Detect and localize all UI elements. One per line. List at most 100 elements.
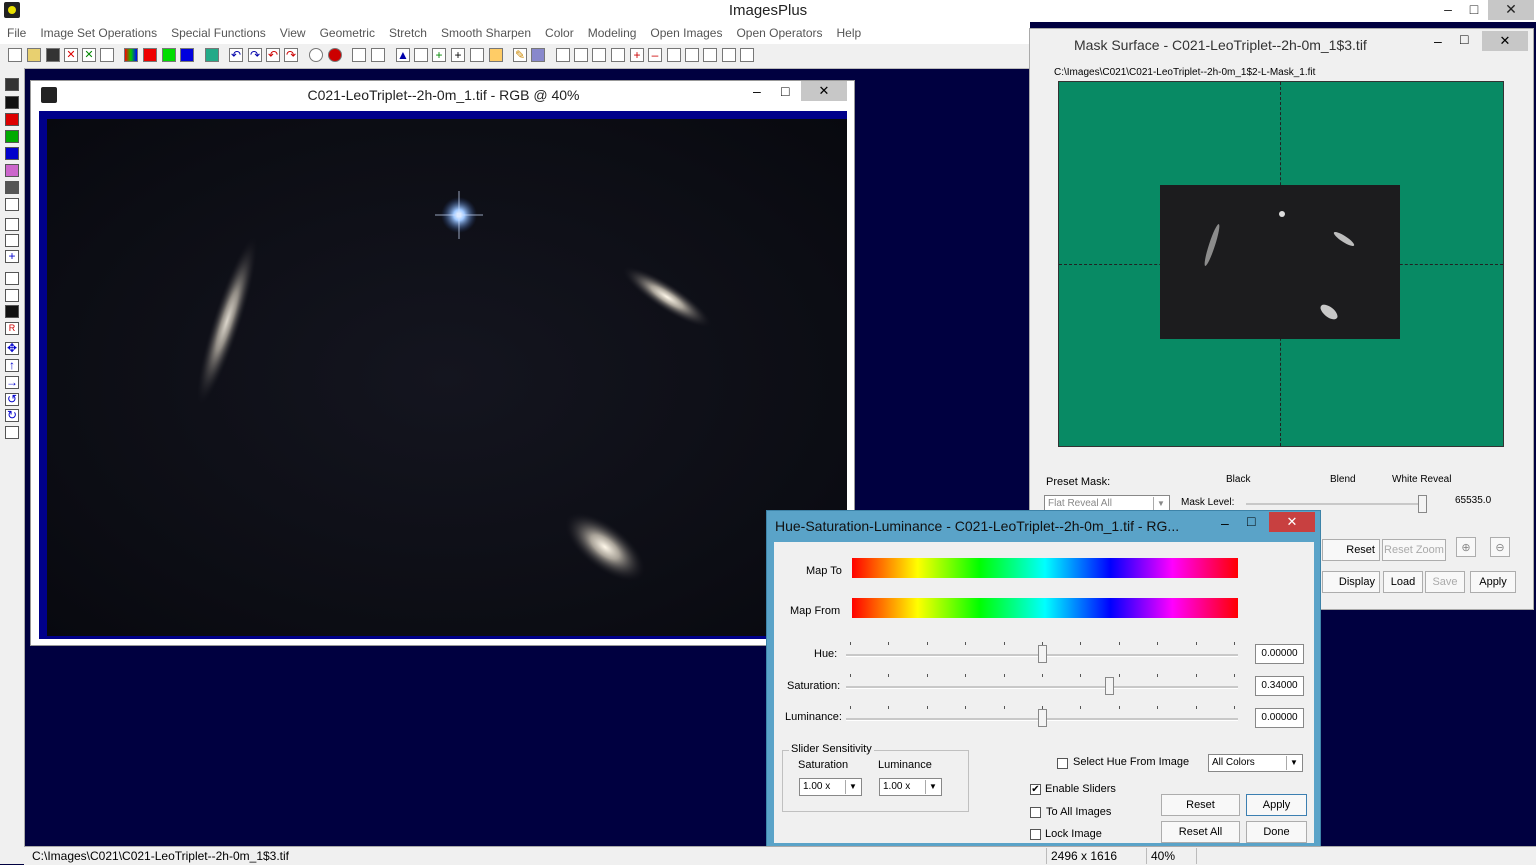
colors-select[interactable]: All Colors ▼: [1208, 754, 1303, 772]
zoom-fit-icon[interactable]: [592, 48, 606, 62]
to-all-images-checkbox[interactable]: [1030, 807, 1041, 818]
luminance-value[interactable]: 0.00000: [1255, 708, 1304, 728]
dotted-line-icon[interactable]: [352, 48, 366, 62]
curve-icon[interactable]: [414, 48, 428, 62]
green-tool-icon[interactable]: [5, 130, 19, 143]
hue-value[interactable]: 0.00000: [1255, 644, 1304, 664]
menu-smooth-sharpen[interactable]: Smooth Sharpen: [434, 26, 538, 40]
arrow-up-tool-icon[interactable]: ↑: [5, 359, 19, 372]
zoom-out-icon[interactable]: [574, 48, 588, 62]
redo-all-icon[interactable]: ↷: [284, 48, 298, 62]
zoom-actual-icon[interactable]: [611, 48, 625, 62]
menu-special-functions[interactable]: Special Functions: [164, 26, 273, 40]
map-from-spectrum[interactable]: [852, 598, 1238, 618]
zoom-out-icon[interactable]: ⊖: [1490, 537, 1510, 557]
lock-image-checkbox[interactable]: [1030, 829, 1041, 840]
copy-tool-icon[interactable]: [5, 426, 19, 439]
map-to-spectrum[interactable]: [852, 558, 1238, 578]
frame-icon[interactable]: [667, 48, 681, 62]
rotate-left-tool-icon[interactable]: ↺: [5, 393, 19, 406]
reset-zoom-button[interactable]: Reset Zoom: [1382, 539, 1446, 561]
rotate-tool-icon[interactable]: [5, 218, 19, 231]
menu-image-set-operations[interactable]: Image Set Operations: [33, 26, 164, 40]
close-all-icon[interactable]: ✕: [82, 48, 96, 62]
red-channel-icon[interactable]: [143, 48, 157, 62]
zoom-plus-icon[interactable]: +: [630, 48, 644, 62]
menu-color[interactable]: Color: [538, 26, 581, 40]
mask-preview[interactable]: [1058, 81, 1504, 447]
save-tool-icon[interactable]: [5, 78, 19, 91]
blue-channel-icon[interactable]: [180, 48, 194, 62]
close-icon[interactable]: ✕: [801, 81, 847, 101]
luminance-slider-track[interactable]: [846, 706, 1238, 727]
image-icon[interactable]: [489, 48, 503, 62]
redo-icon[interactable]: ↷: [248, 48, 262, 62]
hue-slider-track[interactable]: [846, 642, 1238, 663]
menu-view[interactable]: View: [273, 26, 313, 40]
arrow-right-tool-icon[interactable]: →: [5, 376, 19, 389]
blue-tool-icon[interactable]: [5, 147, 19, 160]
frame-small-icon[interactable]: [722, 48, 736, 62]
frame-large-icon[interactable]: [685, 48, 699, 62]
undo-all-icon[interactable]: ↶: [266, 48, 280, 62]
table-icon[interactable]: [531, 48, 545, 62]
apply-button[interactable]: Apply: [1246, 794, 1307, 816]
menu-modeling[interactable]: Modeling: [581, 26, 644, 40]
menu-open-images[interactable]: Open Images: [643, 26, 729, 40]
reset-button[interactable]: Reset: [1161, 794, 1240, 816]
saturation-sensitivity-select[interactable]: 1.00 x ▼: [799, 778, 862, 796]
reset-all-button[interactable]: Reset All: [1161, 821, 1240, 843]
plot-icon[interactable]: [371, 48, 385, 62]
mask-icon[interactable]: [309, 48, 323, 62]
close-icon[interactable]: ✕: [1269, 512, 1315, 532]
menu-file[interactable]: File: [0, 26, 33, 40]
select-hue-checkbox[interactable]: [1057, 758, 1068, 769]
menu-help[interactable]: Help: [830, 26, 869, 40]
frame-tiny-icon[interactable]: [740, 48, 754, 62]
maximize-icon[interactable]: □: [1460, 0, 1488, 20]
enable-sliders-checkbox[interactable]: ✔: [1030, 784, 1041, 795]
hue-slider-thumb[interactable]: [1038, 645, 1047, 663]
close-icon[interactable]: ✕: [1482, 31, 1528, 51]
black-tool-icon[interactable]: [5, 96, 19, 109]
mask-level-slider-thumb[interactable]: [1418, 495, 1427, 513]
grid-icon[interactable]: [470, 48, 484, 62]
crosshair-icon[interactable]: +: [451, 48, 465, 62]
maximize-icon[interactable]: □: [1247, 513, 1255, 529]
mask-level-slider-track[interactable]: [1246, 495, 1427, 513]
frame-medium-icon[interactable]: [703, 48, 717, 62]
levels-tool-icon[interactable]: [5, 289, 19, 302]
maximize-icon[interactable]: □: [1460, 31, 1468, 47]
print-icon[interactable]: [100, 48, 114, 62]
close-image-icon[interactable]: ✕: [64, 48, 78, 62]
minimize-icon[interactable]: –: [1434, 33, 1442, 49]
leo-triplet-photo[interactable]: [47, 119, 847, 636]
luminance-sensitivity-select[interactable]: 1.00 x ▼: [879, 778, 942, 796]
save-button[interactable]: Save: [1425, 571, 1465, 593]
minimize-icon[interactable]: –: [1434, 0, 1462, 20]
zoom-minus-icon[interactable]: –: [648, 48, 662, 62]
luminance-slider-thumb[interactable]: [1038, 709, 1047, 727]
minimize-icon[interactable]: –: [753, 83, 761, 99]
apply-button[interactable]: Apply: [1470, 571, 1516, 593]
minimize-icon[interactable]: –: [1221, 515, 1229, 531]
saturation-slider-thumb[interactable]: [1105, 677, 1114, 695]
mask-red-icon[interactable]: [328, 48, 342, 62]
red-tool-icon[interactable]: [5, 113, 19, 126]
gradient-tool-icon[interactable]: [5, 234, 19, 247]
reset-mask-button[interactable]: Reset Mask: [1322, 539, 1380, 561]
save-icon[interactable]: [46, 48, 60, 62]
rotate-right-tool-icon[interactable]: ↻: [5, 409, 19, 422]
menu-stretch[interactable]: Stretch: [382, 26, 434, 40]
black-bar-tool-icon[interactable]: [5, 305, 19, 318]
saturation-slider-track[interactable]: [846, 674, 1238, 695]
display-icon[interactable]: [205, 48, 219, 62]
display-mask-button[interactable]: Display Mask: [1322, 571, 1380, 593]
undo-icon[interactable]: ↶: [229, 48, 243, 62]
rgb-channels-icon[interactable]: [124, 48, 138, 62]
new-file-icon[interactable]: [8, 48, 22, 62]
reset-tool-icon[interactable]: R: [5, 322, 19, 335]
gray-tool-icon[interactable]: [5, 181, 19, 194]
done-button[interactable]: Done: [1246, 821, 1307, 843]
pencil-icon[interactable]: ✎: [513, 48, 527, 62]
